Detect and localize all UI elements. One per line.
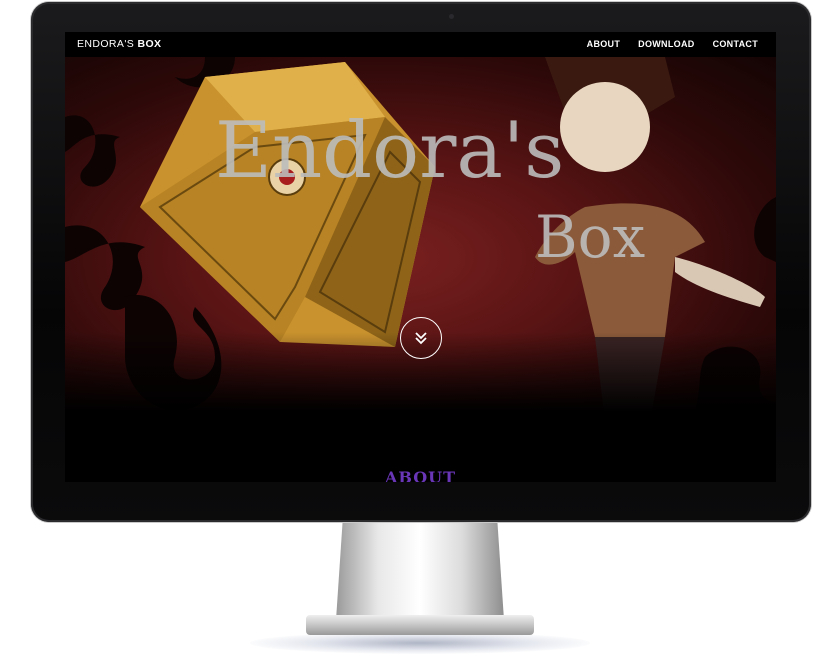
camera-icon — [449, 14, 454, 19]
about-section-heading: ABOUT — [384, 468, 457, 482]
nav-item-contact[interactable]: CONTACT — [713, 39, 758, 49]
golden-box-illustration — [140, 62, 435, 347]
monitor-stand — [336, 520, 504, 620]
hero-title-line2: Box — [535, 203, 645, 271]
nav-item-download[interactable]: DOWNLOAD — [638, 39, 694, 49]
brand-bold: BOX — [137, 38, 162, 50]
top-navbar: ENDORA'S BOX ABOUT DOWNLOAD CONTACT — [65, 32, 776, 57]
chevrons-down-icon — [415, 332, 427, 345]
hero-title-line1: Endora's — [215, 106, 564, 196]
nav-menu: ABOUT DOWNLOAD CONTACT — [587, 39, 758, 49]
stand-shadow — [250, 632, 590, 654]
website-screen: ENDORA'S BOX ABOUT DOWNLOAD CONTACT Endo… — [65, 32, 776, 482]
brand-prefix: ENDORA'S — [77, 38, 135, 50]
nav-item-about[interactable]: ABOUT — [587, 39, 621, 49]
scroll-down-button[interactable] — [400, 317, 442, 359]
brand-logo[interactable]: ENDORA'S BOX — [77, 38, 161, 50]
monitor-stand-base — [306, 615, 534, 635]
